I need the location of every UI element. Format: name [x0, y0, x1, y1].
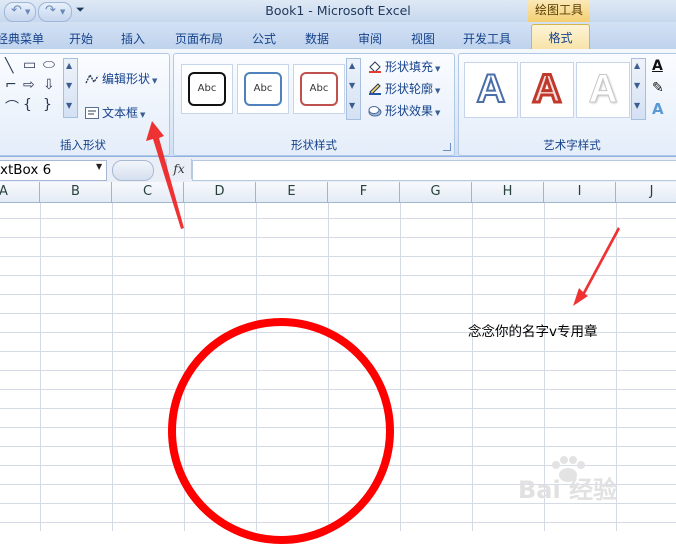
red-arrow-icon [573, 227, 620, 306]
red-arrow-icon [146, 121, 184, 229]
watermark: Bai 经验 [518, 476, 618, 504]
annotation-arrows [146, 121, 620, 306]
